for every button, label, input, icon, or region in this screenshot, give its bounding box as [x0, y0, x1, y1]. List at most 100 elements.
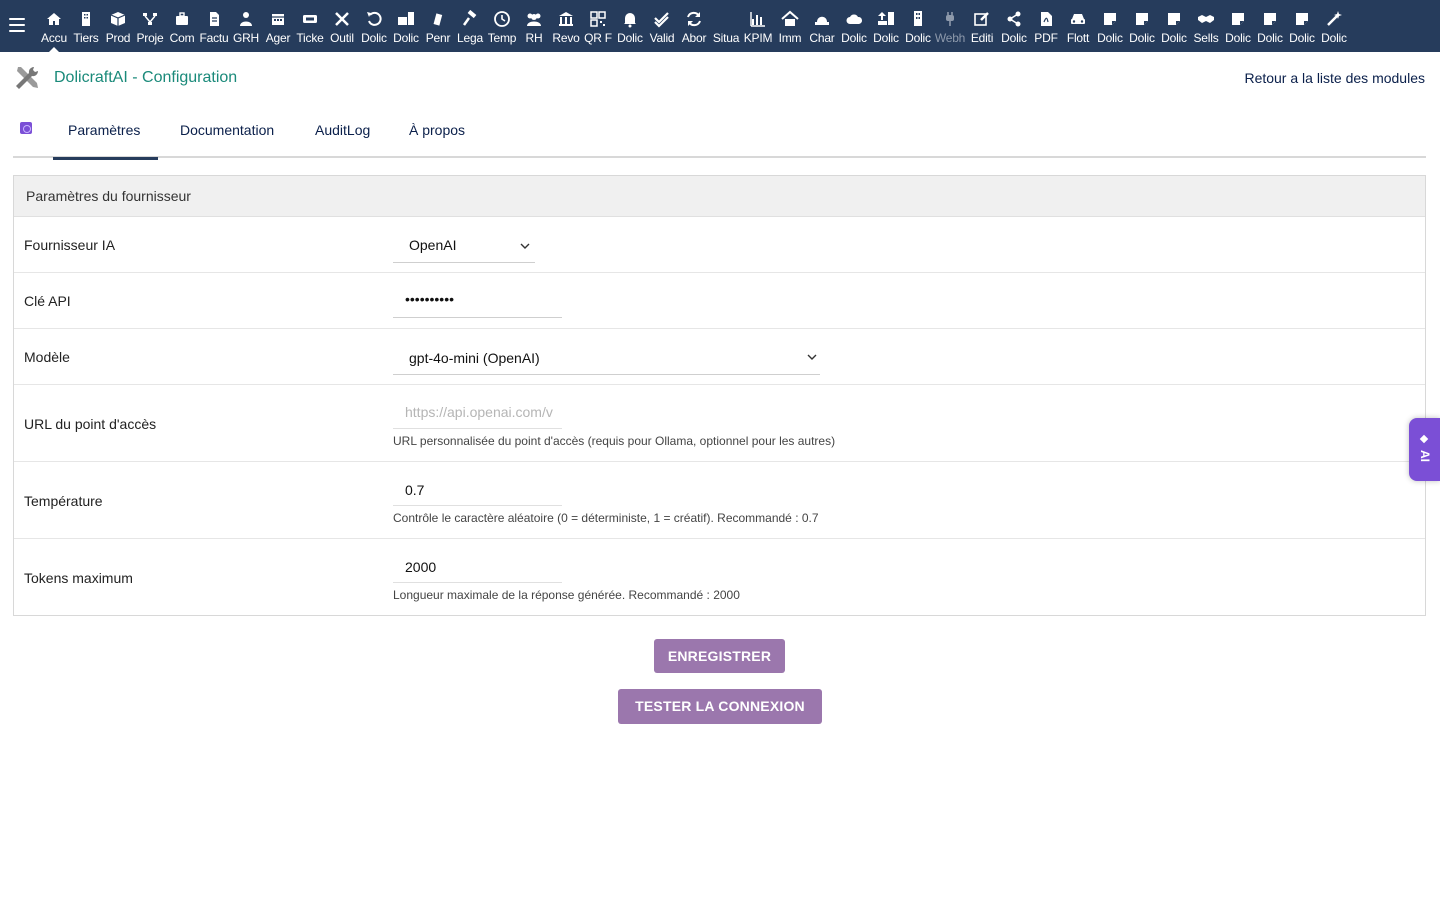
menu-item-38[interactable]: Dolic — [1254, 0, 1286, 52]
menu-item-16[interactable]: Revo — [550, 0, 582, 52]
tab-bar: Paramètres Documentation AuditLog À prop… — [13, 108, 1426, 160]
pdf-icon — [1037, 10, 1055, 28]
menu-item-30[interactable]: Dolic — [998, 0, 1030, 52]
menu-item-7[interactable]: Ager — [262, 0, 294, 52]
menu-item-6[interactable]: GRH — [230, 0, 262, 52]
page-title: DolicraftAI - Configuration — [54, 69, 238, 86]
tools-icon — [333, 10, 351, 28]
sticky-note-icon — [1261, 10, 1279, 28]
menu-item-label: Penr — [425, 31, 451, 45]
qrcode-icon — [589, 10, 607, 28]
provider-row: Fournisseur IA OpenAI — [14, 217, 1425, 273]
menu-item-36[interactable]: Sells — [1190, 0, 1222, 52]
menu-item-label: Com — [169, 31, 195, 45]
model-row: Modèle gpt-4o-mini (OpenAI) — [14, 329, 1425, 385]
menu-item-label: Dolic — [1257, 31, 1283, 45]
case-icon — [397, 10, 415, 28]
menu-item-20[interactable]: Abor — [678, 0, 710, 52]
model-label: Modèle — [24, 349, 70, 365]
temperature-help: Contrôle le caractère aléatoire (0 = dét… — [393, 511, 819, 525]
menu-item-1[interactable]: Tiers — [70, 0, 102, 52]
menu-item-24[interactable]: Char — [806, 0, 838, 52]
menu-item-10[interactable]: Dolic — [358, 0, 390, 52]
people-icon — [525, 10, 543, 28]
chevron-down-icon — [520, 243, 530, 249]
menu-item-27[interactable]: Dolic — [902, 0, 934, 52]
menu-item-label: Imm — [778, 31, 802, 45]
hamburger-menu-icon[interactable] — [9, 18, 25, 32]
tab-auditlog[interactable]: AuditLog — [315, 108, 370, 158]
menu-item-31[interactable]: PDF — [1030, 0, 1062, 52]
max-tokens-label: Tokens maximum — [24, 570, 133, 586]
menu-item-17[interactable]: QR F — [582, 0, 614, 52]
menu-item-22[interactable]: KPIM — [742, 0, 774, 52]
sticky-note-icon — [1101, 10, 1119, 28]
menu-item-23[interactable]: Imm — [774, 0, 806, 52]
menu-item-label: Webh — [934, 31, 966, 45]
ai-assistant-tab[interactable]: AI — [1409, 418, 1440, 481]
test-connection-button[interactable]: TESTER LA CONNEXION — [618, 689, 822, 724]
temperature-input[interactable]: 0.7 — [393, 472, 562, 506]
endpoint-label: URL du point d'accès — [24, 416, 157, 432]
menu-item-0[interactable]: Accu — [38, 0, 70, 52]
menu-item-9[interactable]: Outil — [326, 0, 358, 52]
menu-item-label: Dolic — [617, 31, 643, 45]
menu-item-2[interactable]: Prod — [102, 0, 134, 52]
tab-parametres[interactable]: Paramètres — [52, 108, 159, 160]
menu-item-28[interactable]: Webh — [934, 0, 966, 52]
plug-icon — [941, 10, 959, 28]
model-select[interactable]: gpt-4o-mini (OpenAI) — [393, 340, 820, 375]
menu-item-21[interactable]: Situa — [710, 0, 742, 52]
max-tokens-row: Tokens maximum 2000 Longueur maximale de… — [14, 539, 1425, 615]
home-icon — [45, 10, 63, 28]
menu-item-label: PDF — [1034, 31, 1058, 45]
menu-item-label: KPIM — [743, 31, 773, 45]
save-button[interactable]: ENREGISTRER — [654, 639, 785, 673]
menu-item-26[interactable]: Dolic — [870, 0, 902, 52]
menu-item-label: Revo — [552, 31, 580, 45]
tab-a-propos[interactable]: À propos — [409, 108, 465, 158]
menu-item-8[interactable]: Ticke — [294, 0, 326, 52]
menu-item-15[interactable]: RH — [518, 0, 550, 52]
top-navigation-bar: Accu Tiers Prod Proje Com Factu GRH Ager Ticke Ou… — [0, 0, 1440, 52]
undo-icon — [365, 10, 383, 28]
menu-item-34[interactable]: Dolic — [1126, 0, 1158, 52]
menu-item-11[interactable]: Dolic — [390, 0, 422, 52]
menu-item-19[interactable]: Valid — [646, 0, 678, 52]
menu-item-5[interactable]: Factu — [198, 0, 230, 52]
menu-item-39[interactable]: Dolic — [1286, 0, 1318, 52]
menu-item-label: Char — [809, 31, 835, 45]
menu-item-25[interactable]: Dolic — [838, 0, 870, 52]
menu-item-37[interactable]: Dolic — [1222, 0, 1254, 52]
menu-item-label: GRH — [232, 31, 260, 45]
endpoint-input[interactable]: https://api.openai.com/v — [393, 395, 562, 429]
provider-settings-form: Paramètres du fournisseur Fournisseur IA… — [13, 175, 1426, 616]
model-value: gpt-4o-mini (OpenAI) — [409, 350, 540, 366]
menu-item-14[interactable]: Temp — [486, 0, 518, 52]
blank-icon — [717, 10, 735, 28]
menu-item-29[interactable]: Editi — [966, 0, 998, 52]
tab-documentation[interactable]: Documentation — [180, 108, 274, 158]
menu-item-13[interactable]: Lega — [454, 0, 486, 52]
menu-item-label: Accu — [41, 31, 67, 45]
menu-item-35[interactable]: Dolic — [1158, 0, 1190, 52]
sticky-note-icon — [1165, 10, 1183, 28]
max-tokens-input[interactable]: 2000 — [393, 549, 562, 583]
menu-item-40[interactable]: Dolic — [1318, 0, 1350, 52]
provider-select[interactable]: OpenAI — [393, 229, 535, 263]
menu-item-label: Proje — [136, 31, 164, 45]
temperature-row: Température 0.7 Contrôle le caractère al… — [14, 462, 1425, 539]
api-key-input[interactable]: •••••••••• — [393, 284, 562, 318]
menu-item-label: Dolic — [905, 31, 931, 45]
menu-item-4[interactable]: Com — [166, 0, 198, 52]
menu-item-33[interactable]: Dolic — [1094, 0, 1126, 52]
menu-item-18[interactable]: Dolic — [614, 0, 646, 52]
sparkle-icon — [1419, 434, 1429, 444]
back-to-modules-link[interactable]: Retour a la liste des modules — [1244, 70, 1425, 86]
menu-item-12[interactable]: Penr — [422, 0, 454, 52]
provider-value: OpenAI — [409, 237, 457, 253]
menu-item-32[interactable]: Flott — [1062, 0, 1094, 52]
menu-item-3[interactable]: Proje — [134, 0, 166, 52]
chart-icon — [749, 10, 767, 28]
menu-item-label: Dolic — [873, 31, 899, 45]
